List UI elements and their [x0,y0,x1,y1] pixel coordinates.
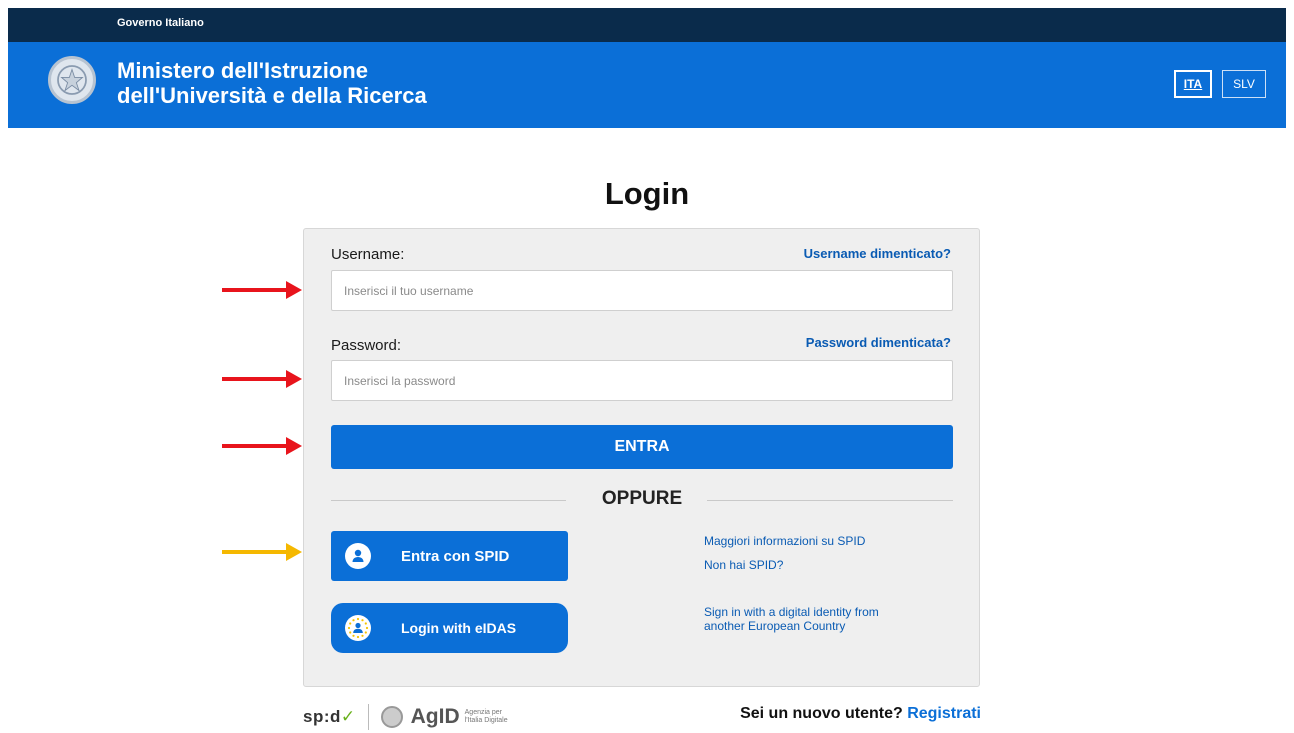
agid-emblem-icon [380,706,403,728]
government-bar: Governo Italiano [8,8,1286,42]
or-separator-label: OPPURE [601,488,683,509]
language-ita-button[interactable]: ITA [1174,70,1212,98]
password-input[interactable] [331,360,953,401]
username-forgot-link[interactable]: Username dimenticato? [804,246,951,261]
arrow-shaft [222,288,288,292]
spid-logo-text: sp:d [303,707,341,726]
ministry-title[interactable]: Ministero dell'Istruzione dell'Universit… [117,58,427,108]
arrow-shaft [222,550,288,554]
eidas-info-line2: another European Country [704,619,846,633]
no-spid-link[interactable]: Non hai SPID? [704,558,783,572]
ministry-header: Ministero dell'Istruzione dell'Universit… [8,42,1286,128]
arrow-shaft [222,377,288,381]
spid-button-label: Entra con SPID [401,547,510,565]
arrow-shaft [222,444,288,448]
login-card: Username: Username dimenticato? Password… [303,228,980,687]
annotation-arrow-password [222,370,302,388]
arrow-head [286,437,302,455]
password-label: Password: [331,337,402,354]
new-user-text: Sei un nuovo utente? [740,705,903,722]
annotation-arrow-entra [222,437,302,455]
arrow-head [286,370,302,388]
eidas-button-label: Login with eIDAS [401,620,517,636]
agid-logo[interactable]: AgID [411,705,460,729]
spid-login-button[interactable]: Entra con SPID [331,531,568,581]
agid-subtitle: Agenzia per l'Italia Digitale [464,709,508,724]
eidas-info-line1: Sign in with a digital identity from [704,605,879,619]
spid-info-link[interactable]: Maggiori informazioni su SPID [704,534,865,548]
user-icon [345,543,371,569]
annotation-arrow-spid [222,543,302,561]
footer-logos: sp:d✓ AgID Agenzia per l'Italia Digitale [303,702,517,732]
government-label[interactable]: Governo Italiano [117,17,204,29]
arrow-head [286,543,302,561]
entra-button[interactable]: ENTRA [331,425,953,469]
check-icon: ✓ [340,707,356,726]
password-forgot-link[interactable]: Password dimenticata? [806,335,951,350]
ministry-title-line2: dell'Università e della Ricerca [117,83,427,108]
ministry-title-line1: Ministero dell'Istruzione [117,58,368,83]
language-slv-button[interactable]: SLV [1222,70,1266,98]
username-label: Username: [331,246,405,263]
eu-user-icon [345,615,371,641]
logo-separator [367,704,369,730]
page-title: Login [604,176,690,211]
spid-logo[interactable]: sp:d✓ [303,707,356,727]
republic-emblem-icon[interactable] [48,56,96,104]
arrow-head [286,281,302,299]
eidas-info-link[interactable]: Sign in with a digital identity from ano… [704,605,879,633]
annotation-arrow-username [222,281,302,299]
new-user-prompt: Sei un nuovo utente? Registrati [740,705,981,723]
register-link[interactable]: Registrati [907,705,981,722]
username-input[interactable] [331,270,953,311]
eidas-login-button[interactable]: Login with eIDAS [331,603,568,653]
